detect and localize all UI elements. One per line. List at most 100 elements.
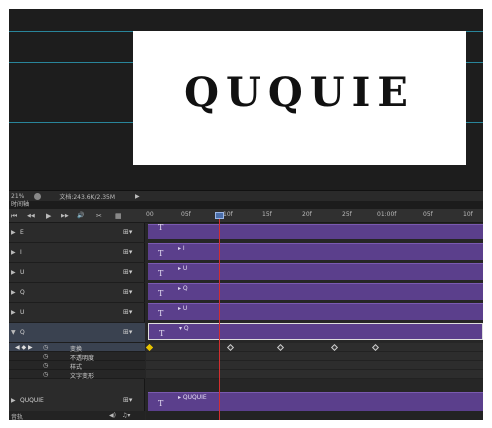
clip-label: ▸ U [178,305,188,312]
document-canvas: QUQUIE [9,9,483,190]
ruler-tick: 25f [342,211,352,218]
clip-label: ▸ I [178,245,185,252]
ruler-tick: 10f [463,211,473,218]
status-icon[interactable] [34,192,42,200]
keyframe-marker[interactable] [145,343,154,352]
ruler-tick: 10f [223,211,233,218]
layer-clip-selected[interactable]: T ▾ Q [148,323,483,340]
ruler-tick: 01:00f [377,211,397,218]
zoom-level[interactable]: 21% [11,193,24,200]
film-icon[interactable]: ⊞▾ [123,328,132,336]
property-row[interactable]: ◷ 文字变形 [9,370,145,380]
layer-clip[interactable]: T ▸ U [148,303,483,320]
expand-arrow-icon[interactable]: ▶ [11,309,16,316]
keyframe-track[interactable] [146,352,483,361]
layer-clip[interactable]: T ▸ U [148,263,483,280]
stopwatch-icon[interactable]: ◷ [43,344,48,351]
transition-icon[interactable]: ▦ [115,212,122,220]
stopwatch-icon[interactable]: ◷ [43,371,48,378]
layer-name: U [20,309,25,316]
clip-label: ▾ Q [179,325,189,332]
ruler-tick: 15f [262,211,272,218]
layer-clip[interactable]: T ▸ Q [148,283,483,300]
canvas-text: QUQUIE [184,69,415,116]
stopwatch-icon[interactable]: ◷ [43,353,48,360]
text-layer-icon: T [158,399,164,408]
film-icon[interactable]: ⊞▾ [123,288,132,296]
ruler-tick: 05f [181,211,191,218]
ruler-tick: 00 [146,211,154,218]
text-layer-icon: T [158,309,164,318]
keyframe-track[interactable] [145,343,483,352]
text-layer-icon: T [158,289,164,298]
expand-arrow-icon[interactable]: ▶ [11,269,16,276]
expand-arrow-icon[interactable]: ▶ [11,229,16,236]
playhead-line[interactable] [219,213,220,420]
layer-name: I [20,249,22,256]
property-row[interactable]: ◷ 样式 [9,361,145,371]
layer-name: Q [20,329,25,336]
clip-label: ▸ Q [178,285,188,292]
layer-row[interactable]: ▶ U ⊞▾ [9,303,145,323]
film-icon[interactable]: ⊞▾ [123,248,132,256]
film-icon[interactable]: ⊞▾ [123,396,132,404]
keyframe-track[interactable] [146,370,483,379]
audio-track[interactable] [146,411,483,420]
keyframe-track[interactable] [146,361,483,370]
film-icon[interactable]: ⊞▾ [123,268,132,276]
text-layer-icon: T [159,329,165,338]
property-row[interactable]: ◷ 不透明度 [9,352,145,362]
timeline-tracks: T T ▸ I T ▸ U T ▸ Q T ▸ U T ▾ Q T ▸ QUQU… [145,223,483,420]
audio-track-row: 音轨 ◀) ♫▾ [9,411,145,420]
layer-panel: ▶ E ⊞▾ ▶ I ⊞▾ ▶ U ⊞▾ ▶ Q ⊞▾ ▶ U ⊞▾ ▼ Q ⊞… [9,223,145,420]
timeline-header: ⏮ ◀◀ ▶ ▶▶ 🔊 ✂ ▦ 00 05f 10f 15f 20f 25f 0… [9,209,483,223]
mute-icon[interactable]: ◀) [109,412,116,419]
next-frame-icon[interactable]: ▶▶ [61,212,69,220]
collapse-arrow-icon[interactable]: ▼ [11,329,16,336]
film-icon[interactable]: ⊞▾ [123,228,132,236]
layer-name: Q [20,289,25,296]
property-row[interactable]: ◀ ◆ ▶ ◷ 变换 [9,343,145,353]
artboard: QUQUIE [133,31,466,165]
chevron-right-icon[interactable]: ▶ [135,193,140,200]
layer-row-selected[interactable]: ▼ Q ⊞▾ [9,323,145,343]
keyframe-marker[interactable] [226,343,235,352]
text-layer-icon: T [158,223,164,232]
layer-clip[interactable]: T ▸ I [148,243,483,260]
keyframe-marker[interactable] [330,343,339,352]
timeline-tab[interactable]: 时间轴 [9,201,483,209]
expand-arrow-icon[interactable]: ▶ [11,289,16,296]
layer-name: E [20,229,24,236]
doc-info: 文档:243.6K/2.35M [59,193,116,201]
layer-name: QUQUIE [20,397,44,404]
first-frame-icon[interactable]: ⏮ [11,212,17,220]
ruler-tick: 05f [423,211,433,218]
audio-icon[interactable]: 🔊 [77,212,84,220]
prev-frame-icon[interactable]: ◀◀ [27,212,35,220]
audio-track-label: 音轨 [11,414,24,420]
text-layer-icon: T [158,269,164,278]
layer-row[interactable]: ▶ I ⊞▾ [9,243,145,263]
group-clip[interactable]: T ▸ QUQUIE [148,392,483,411]
stopwatch-icon[interactable]: ◷ [43,362,48,369]
layer-name: U [20,269,25,276]
layer-clip[interactable]: T [148,223,483,239]
music-note-icon[interactable]: ♫▾ [122,412,130,419]
keyframe-nav-icon[interactable]: ◀ ◆ ▶ [15,344,33,351]
keyframe-marker[interactable] [371,343,380,352]
photoshop-timeline-window: QUQUIE 21% 文档:243.6K/2.35M ▶ 时间轴 ⏮ ◀◀ ▶ … [9,9,483,420]
expand-arrow-icon[interactable]: ▶ [11,397,16,404]
play-icon[interactable]: ▶ [46,212,51,220]
property-name: 文字变形 [70,373,95,380]
layer-row[interactable]: ▶ E ⊞▾ [9,223,145,243]
ruler-tick: 20f [302,211,312,218]
text-layer-icon: T [158,249,164,258]
keyframe-marker[interactable] [276,343,285,352]
playhead-handle[interactable] [215,212,224,219]
film-icon[interactable]: ⊞▾ [123,308,132,316]
group-layer-row[interactable]: ▶ QUQUIE ⊞▾ [9,390,145,412]
scissors-icon[interactable]: ✂ [96,212,102,220]
layer-row[interactable]: ▶ U ⊞▾ [9,263,145,283]
layer-row[interactable]: ▶ Q ⊞▾ [9,283,145,303]
expand-arrow-icon[interactable]: ▶ [11,249,16,256]
